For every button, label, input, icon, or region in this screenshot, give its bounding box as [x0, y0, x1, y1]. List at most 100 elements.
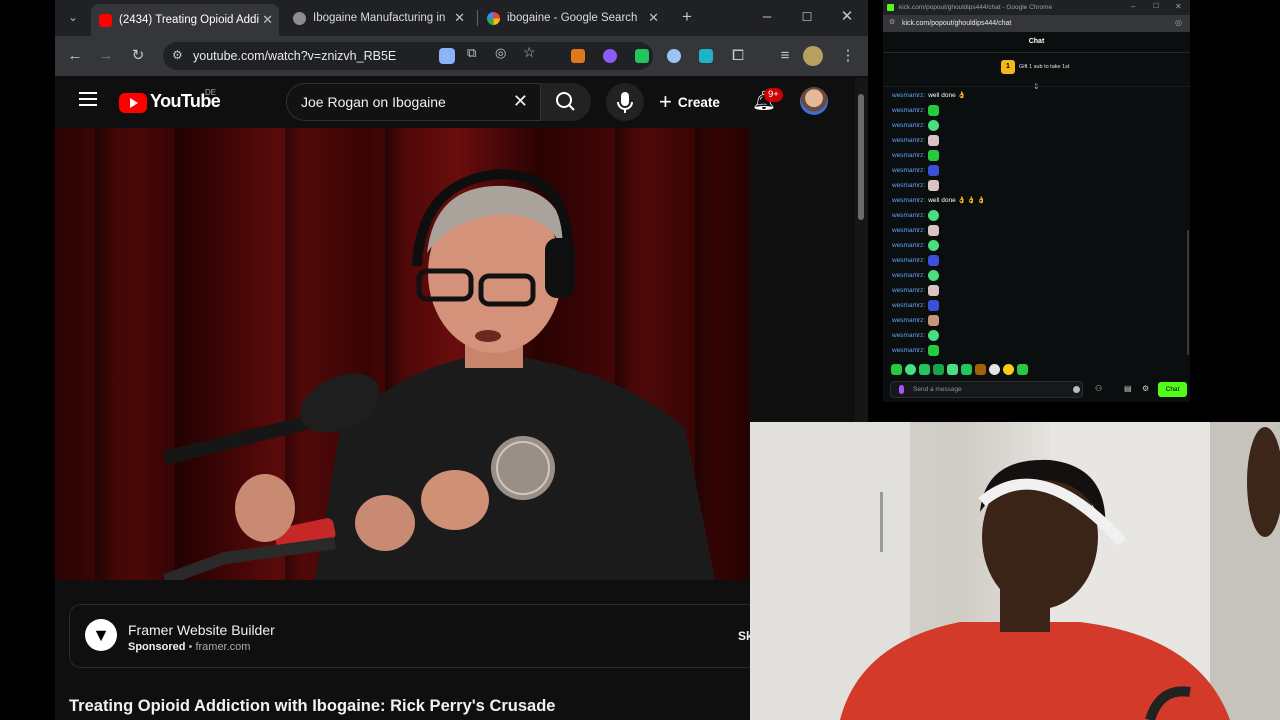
ad-title[interactable]: Framer Website Builder — [128, 622, 275, 638]
voice-search-button[interactable] — [606, 83, 644, 121]
store-icon[interactable]: ▤ — [1124, 384, 1132, 393]
install-app-icon[interactable]: ⧉ — [467, 45, 476, 61]
microphone-icon[interactable] — [899, 385, 904, 394]
tab-google-search[interactable]: ibogaine - Google Search ✕ — [479, 6, 665, 30]
maximize-icon[interactable]: ☐ — [1153, 2, 1159, 10]
sponsored-ad-card[interactable]: ▼ Framer Website Builder Sponsored • fra… — [69, 604, 759, 668]
chat-username[interactable]: wesmamrz: — [892, 302, 925, 309]
chat-username[interactable]: wesmamrz: — [892, 92, 925, 99]
maximize-icon[interactable]: ☐ — [797, 7, 817, 27]
send-chat-button[interactable]: Chat — [1158, 382, 1187, 397]
emote-icon — [928, 314, 940, 326]
site-info-icon[interactable]: ⚙ — [172, 48, 183, 62]
chat-message: wesmamrz: — [892, 103, 940, 117]
chat-username[interactable]: wesmamrz: — [892, 182, 925, 189]
chat-username[interactable]: wesmamrz: — [892, 347, 925, 354]
extensions-puzzle-icon[interactable]: ⧠ — [728, 46, 748, 66]
close-tab-icon[interactable]: ✕ — [454, 10, 465, 26]
puzzle-green-extension-icon[interactable] — [635, 49, 649, 63]
chat-message: wesmamrz: — [892, 298, 940, 312]
reload-icon[interactable]: ↻ — [128, 46, 148, 66]
settings-gear-icon[interactable]: ⚙ — [1142, 384, 1149, 393]
search-input[interactable]: Joe Rogan on Ibogaine ✕ — [286, 83, 541, 121]
scrollbar-thumb[interactable] — [858, 94, 864, 220]
close-tab-icon[interactable]: ✕ — [262, 12, 273, 28]
kick-window-title: kick.com/popout/ghouldips444/chat - Goog… — [899, 4, 1053, 11]
clear-search-icon[interactable]: ✕ — [513, 91, 528, 112]
emote-icon[interactable] — [933, 364, 944, 375]
chat-header: Chat — [1028, 38, 1045, 45]
youtube-logo-icon[interactable] — [119, 93, 147, 113]
kick-address-bar[interactable]: ⚙ kick.com/popout/ghouldips444/chat ◎ — [883, 15, 1190, 32]
chat-username[interactable]: wesmamrz: — [892, 287, 925, 294]
emote-icon — [928, 164, 940, 176]
chat-message-input[interactable]: Send a message — [890, 381, 1083, 398]
emote-icon[interactable] — [947, 364, 958, 375]
chat-username[interactable]: wesmamrz: — [892, 332, 925, 339]
chat-username[interactable]: wesmamrz: — [892, 152, 925, 159]
account-avatar[interactable] — [800, 87, 828, 115]
chat-username[interactable]: wesmamrz: — [892, 167, 925, 174]
new-tab-button[interactable]: + — [677, 7, 697, 27]
users-icon[interactable]: ⚇ — [1095, 384, 1102, 393]
diamond-extension-icon[interactable] — [667, 49, 681, 63]
back-arrow-icon[interactable]: ← — [65, 46, 85, 66]
kick-window-titlebar: kick.com/popout/ghouldips444/chat - Goog… — [883, 0, 1190, 15]
chat-username[interactable]: wesmamrz: — [892, 242, 925, 249]
video-player[interactable] — [55, 128, 749, 580]
emoji-icon[interactable] — [1073, 386, 1080, 393]
ghost-extension-icon[interactable] — [603, 49, 617, 63]
chat-username[interactable]: wesmamrz: — [892, 317, 925, 324]
minimize-icon[interactable]: – — [757, 7, 777, 27]
tab-youtube[interactable]: (2434) Treating Opioid Addi ✕ — [91, 4, 279, 36]
chat-username[interactable]: wesmamrz: — [892, 107, 925, 114]
chat-username[interactable]: wesmamrz: — [892, 137, 925, 144]
emote-icon[interactable] — [919, 364, 930, 375]
create-button[interactable]: + Create — [659, 86, 720, 118]
tab-search-chevron-icon[interactable]: ⌄ — [63, 8, 83, 28]
emote-icon[interactable] — [975, 364, 986, 375]
emote-icon[interactable] — [1003, 364, 1014, 375]
media-controls-icon[interactable]: ≡ — [775, 46, 795, 66]
emote-icon[interactable] — [961, 364, 972, 375]
emote-icon[interactable] — [891, 364, 902, 375]
forward-arrow-icon[interactable]: → — [96, 46, 116, 66]
url-text: youtube.com/watch?v=znizvh_RB5E — [193, 49, 397, 63]
gift-text: Gift 1 sub to take 1st — [1019, 64, 1070, 70]
bookmark-star-icon[interactable]: ☆ — [523, 44, 536, 61]
chat-username[interactable]: wesmamrz: — [892, 272, 925, 279]
minimize-icon[interactable]: – — [1131, 2, 1135, 11]
chat-username[interactable]: wesmamrz: — [892, 197, 925, 204]
tab-ibogaine-manufacturing[interactable]: Ibogaine Manufacturing in ✕ — [285, 6, 471, 30]
translate-extension-icon[interactable] — [699, 49, 713, 63]
profile-avatar-icon[interactable] — [803, 46, 823, 66]
search-button[interactable] — [541, 83, 591, 121]
close-tab-icon[interactable]: ✕ — [648, 10, 659, 26]
close-window-icon[interactable]: ✕ — [837, 7, 857, 27]
lens-icon[interactable] — [439, 48, 455, 64]
metamask-extension-icon[interactable] — [571, 49, 585, 63]
hide-eye-icon[interactable]: ◎ — [1175, 18, 1182, 27]
chat-username[interactable]: wesmamrz: — [892, 212, 925, 219]
chat-username[interactable]: wesmamrz: — [892, 122, 925, 129]
chat-scrollbar[interactable] — [1187, 230, 1189, 355]
video-gap — [55, 580, 749, 604]
gift-sub-banner[interactable]: 1 Gift 1 sub to take 1st — [1001, 59, 1069, 75]
chat-username[interactable]: wesmamrz: — [892, 257, 925, 264]
search-icon — [556, 92, 575, 111]
ad-meta: Sponsored • framer.com — [128, 641, 250, 653]
hide-eye-icon[interactable]: ◎ — [495, 45, 506, 61]
chat-message: wesmamrz: — [892, 118, 940, 132]
emote-icon[interactable] — [905, 364, 916, 375]
chat-message: wesmamrz: — [892, 343, 940, 357]
chat-message: wesmamrz: — [892, 133, 940, 147]
chat-message: wesmamrz: — [892, 178, 940, 192]
banner-divider — [883, 86, 1190, 87]
chat-username[interactable]: wesmamrz: — [892, 227, 925, 234]
close-window-icon[interactable]: ✕ — [1175, 2, 1182, 11]
hamburger-menu-icon[interactable] — [79, 92, 97, 106]
emote-icon[interactable] — [1017, 364, 1028, 375]
emote-icon[interactable] — [989, 364, 1000, 375]
site-info-icon[interactable]: ⚙ — [889, 18, 895, 26]
chrome-menu-icon[interactable]: ⋮ — [838, 46, 858, 66]
